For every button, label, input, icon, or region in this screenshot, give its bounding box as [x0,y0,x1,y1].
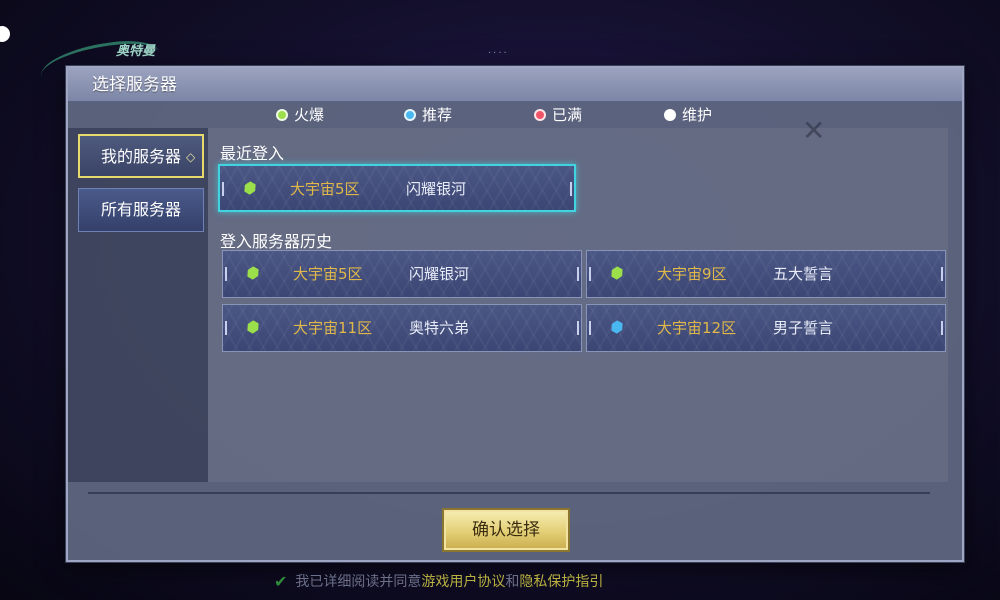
agreement-row: ✔ 我已详细阅读并同意 游戏用户协议 和 隐私保护指引 [274,571,603,591]
server-select-dialog: 选择服务器 ✕ 火爆 推荐 已满 维护 我的服务器 ◇ 所有服务器 最近登入 大… [66,66,964,562]
legend-hot-label: 火爆 [294,106,325,124]
legend-recommended: 推荐 [404,104,452,125]
server-name: 闪耀银河 [406,180,467,198]
recent-server-card[interactable]: 大宇宙5区 闪耀银河 [218,164,576,212]
server-zone: 大宇宙9区 [657,265,727,283]
card-edge-right [570,182,572,196]
legend-hot: 火爆 [276,104,324,125]
status-legend: 火爆 推荐 已满 维护 [276,104,756,124]
history-server-card[interactable]: 大宇宙11区 奥特六弟 [222,304,582,352]
checkmark-icon[interactable]: ✔ [274,572,287,591]
history-server-card[interactable]: 大宇宙5区 闪耀银河 [222,250,582,298]
server-name: 男子誓言 [773,319,834,337]
user-agreement-link[interactable]: 游戏用户协议 [421,571,505,591]
card-edge-right [941,267,943,281]
card-edge-right [577,321,579,335]
card-edge-left [225,267,227,281]
legend-full-label: 已满 [552,106,583,124]
status-hot-icon [609,265,625,281]
background-close-icon: ✕ [802,114,826,147]
confirm-selection-button[interactable]: 确认选择 [442,508,570,552]
maintenance-dot-icon [664,108,676,121]
dialog-title: 选择服务器 [68,68,962,102]
hot-dot-icon [276,108,288,121]
background-dots: ···· [488,48,509,59]
card-edge-left [222,182,224,196]
history-server-card[interactable]: 大宇宙9区 五大誓言 [586,250,946,298]
status-recommended-icon [609,319,625,335]
history-server-card[interactable]: 大宇宙12区 男子誓言 [586,304,946,352]
privacy-policy-link[interactable]: 隐私保护指引 [519,571,603,591]
corner-dot [0,26,10,42]
server-name: 五大誓言 [773,265,834,283]
server-zone: 大宇宙5区 [293,265,363,283]
login-history-label: 登入服务器历史 [220,232,333,251]
footer-divider [88,492,930,494]
logo-text: 奥特曼 [116,44,156,59]
status-hot-icon [245,265,261,281]
card-edge-left [589,267,591,281]
server-name: 奥特六弟 [409,319,470,337]
card-edge-left [589,321,591,335]
agreement-prefix: 我已详细阅读并同意 [295,574,422,590]
card-edge-left [225,321,227,335]
legend-maintenance-label: 维护 [682,106,713,124]
status-hot-icon [242,180,258,196]
agreement-and: 和 [505,574,520,590]
server-zone: 大宇宙12区 [657,319,737,337]
server-name: 闪耀银河 [409,265,470,283]
card-edge-right [941,321,943,335]
nav-panel [68,128,208,482]
status-hot-icon [245,319,261,335]
full-dot-icon [534,108,546,121]
legend-recommended-label: 推荐 [422,106,453,124]
legend-full: 已满 [534,104,582,125]
recent-login-label: 最近登入 [220,144,285,163]
server-zone: 大宇宙5区 [290,180,360,198]
recommended-dot-icon [404,108,416,121]
card-edge-right [577,267,579,281]
selected-arrow-icon: ◇ [186,150,196,164]
legend-maintenance: 维护 [664,104,712,125]
server-zone: 大宇宙11区 [293,319,373,337]
nav-all-servers[interactable]: 所有服务器 [78,188,204,232]
